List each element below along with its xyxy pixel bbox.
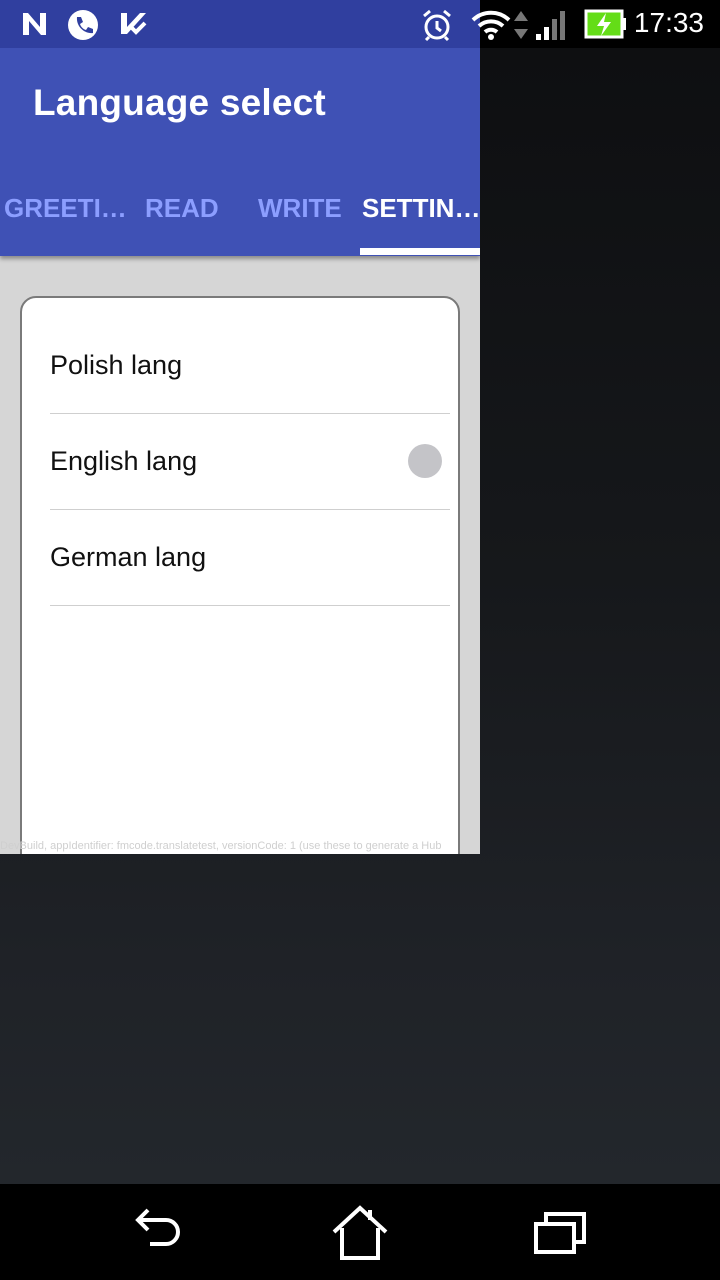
data-activity-icon xyxy=(514,11,528,39)
phone-icon xyxy=(68,10,98,40)
navigation-bar xyxy=(0,1184,720,1280)
wifi-icon xyxy=(471,10,511,40)
page-title: Language select xyxy=(33,82,326,123)
app-bar: Language select GREETI… READ WRITE SETTI… xyxy=(0,48,480,256)
check-icon xyxy=(121,13,147,35)
tab-greetings-label: GREETI… xyxy=(4,193,127,223)
tab-write-label: WRITE xyxy=(258,193,342,223)
tab-greetings[interactable]: GREETI… xyxy=(4,192,127,256)
status-bar-time: 17:33 xyxy=(633,7,704,38)
tab-read[interactable]: READ xyxy=(145,192,219,256)
back-icon[interactable] xyxy=(130,1204,190,1264)
recents-icon[interactable] xyxy=(530,1204,590,1264)
language-option-polish[interactable]: Polish lang xyxy=(50,318,450,414)
tab-settings[interactable]: SETTIN… xyxy=(362,192,480,256)
language-list-card: Polish lang English lang German lang xyxy=(20,296,460,854)
debug-build-text: DevBuild, appIdentifier: fmcode.translat… xyxy=(0,840,442,852)
tab-settings-label: SETTIN… xyxy=(362,193,480,223)
battery-charging-icon xyxy=(584,9,626,39)
tab-indicator xyxy=(360,248,480,255)
tab-read-label: READ xyxy=(145,193,219,223)
language-option-label: English lang xyxy=(50,446,198,476)
language-option-label: German lang xyxy=(50,542,207,572)
home-icon[interactable] xyxy=(330,1204,390,1264)
language-option-german[interactable]: German lang xyxy=(50,510,450,606)
status-bar: 17:33 xyxy=(0,0,720,48)
language-option-label: Polish lang xyxy=(50,350,183,380)
selected-indicator xyxy=(408,444,442,478)
language-option-english[interactable]: English lang xyxy=(50,414,450,510)
app-window: Language select GREETI… READ WRITE SETTI… xyxy=(0,48,480,854)
tab-write[interactable]: WRITE xyxy=(258,192,342,256)
divider xyxy=(50,605,450,606)
signal-icon xyxy=(536,11,565,40)
n-icon xyxy=(23,13,46,35)
alarm-icon xyxy=(423,9,451,42)
